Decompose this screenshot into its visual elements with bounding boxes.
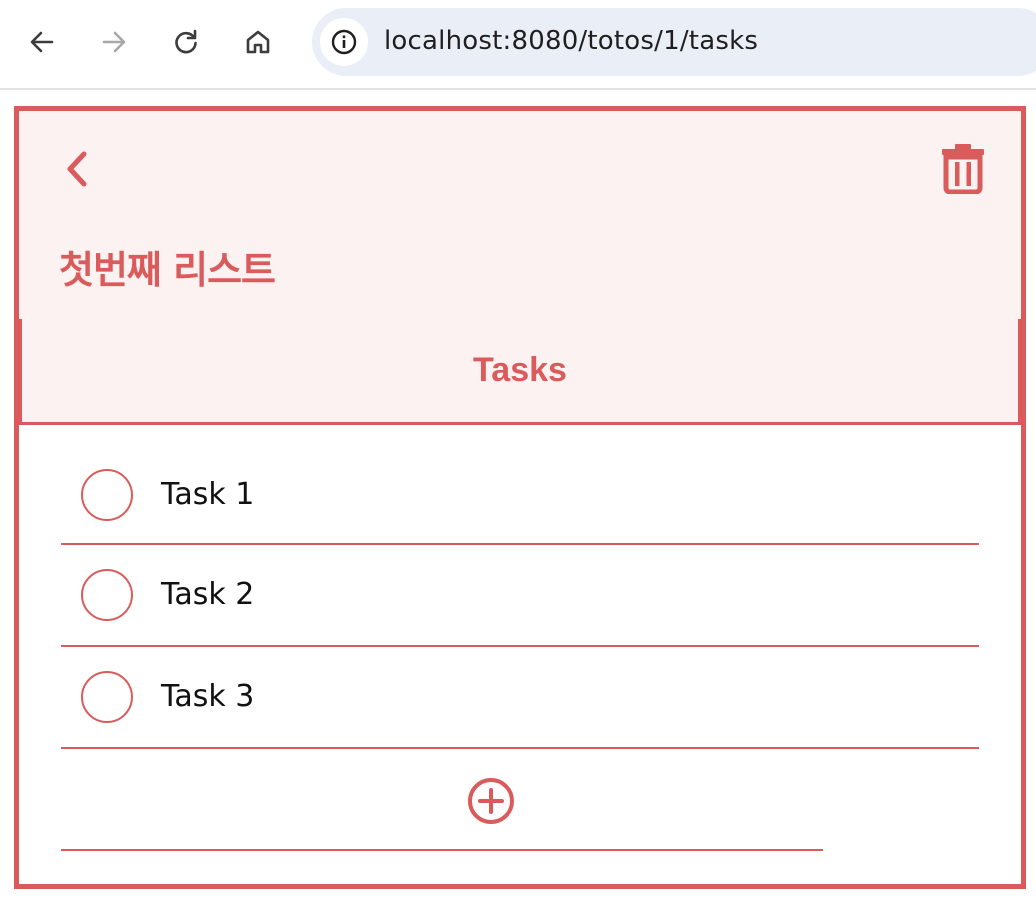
browser-toolbar: localhost:8080/totos/1/tasks [0,0,1036,90]
task-label[interactable]: Task 1 [161,477,254,512]
tab-label: Tasks [473,351,567,389]
reload-icon[interactable] [166,22,206,62]
task-label[interactable]: Task 2 [161,577,254,612]
list-title: 첫번째 리스트 [59,248,276,292]
todo-app: 첫번째 리스트 Tasks Task 1 Task 2 Task 3 [14,106,1026,889]
list-item: Task 3 [61,647,979,749]
chevron-left-icon[interactable] [57,147,97,191]
list-header: 첫번째 리스트 [19,111,1021,323]
home-icon[interactable] [238,22,278,62]
list-item: Task 1 [61,425,979,545]
task-checkbox[interactable] [81,469,133,521]
tab-tasks[interactable]: Tasks [19,319,1021,425]
task-checkbox[interactable] [81,671,133,723]
task-checkbox[interactable] [81,569,133,621]
url-text[interactable]: localhost:8080/totos/1/tasks [384,26,758,56]
forward-arrow-icon[interactable] [94,22,134,62]
site-info-icon[interactable] [320,18,368,66]
address-bar[interactable]: localhost:8080/totos/1/tasks [312,8,1036,76]
plus-circle-icon[interactable] [467,777,515,825]
task-label[interactable]: Task 3 [161,679,254,714]
back-arrow-icon[interactable] [22,22,62,62]
task-list: Task 1 Task 2 Task 3 [61,425,979,851]
trash-icon[interactable] [937,139,989,197]
add-task-row [61,749,823,851]
list-item: Task 2 [61,545,979,647]
